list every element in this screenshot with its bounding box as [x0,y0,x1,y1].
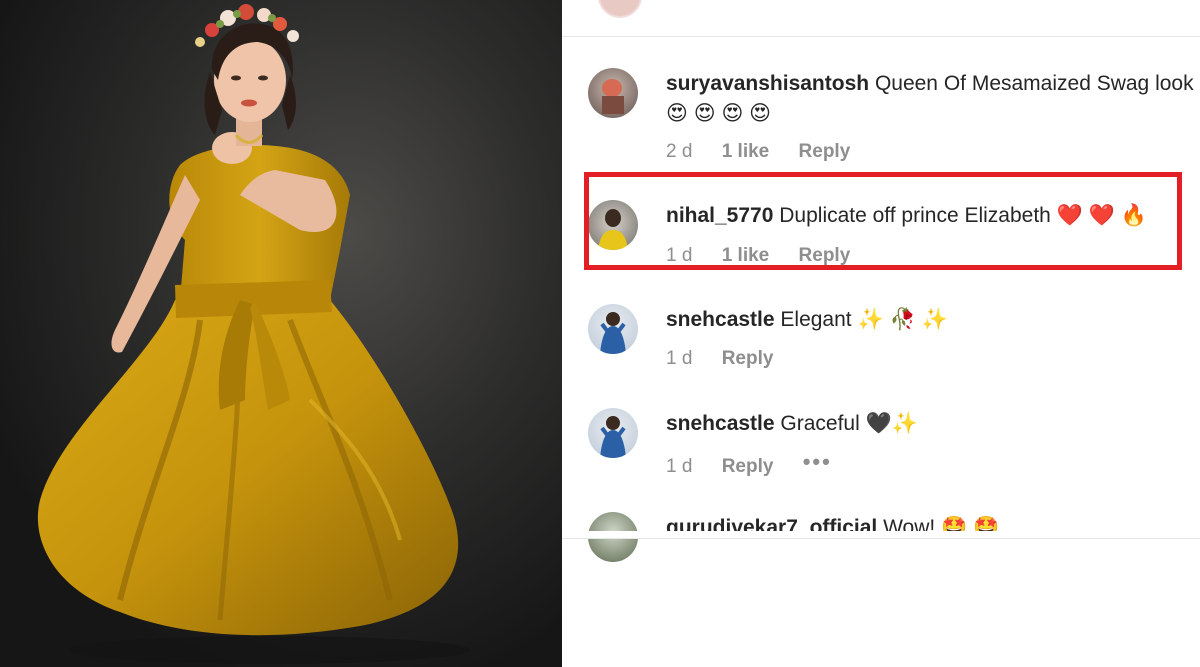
scroll-mask [562,531,1200,538]
emoji-heart-eyes-icon: 😍 😍 😍 😍 [666,102,772,126]
comment-body: Graceful [780,412,860,435]
reply-button[interactable]: Reply [799,141,851,162]
comment-body: Queen Of Mesamaized Swag look [874,72,1194,95]
comments-panel: suryavanshisantosh Queen Of Mesamaized S… [562,0,1200,667]
comment-body: Elegant [780,308,852,331]
comment-text-line2: 😍 😍 😍 😍 [666,100,1200,128]
comment-text: snehcastle Elegant ✨ 🥀 ✨ [666,306,1200,334]
comment-text: suryavanshisantosh Queen Of Mesamaized S… [666,70,1200,98]
comment-username[interactable]: suryavanshisantosh [666,72,869,95]
divider [562,36,1200,37]
comment-username[interactable]: snehcastle [666,412,775,435]
more-options-icon[interactable]: ••• [803,449,832,474]
photo-illustration [0,0,562,667]
user-photo-icon [600,416,626,458]
user-photo-icon [602,79,624,114]
comment-meta: 1 d Reply [666,348,797,370]
reply-button[interactable]: Reply [722,456,774,477]
reply-button[interactable]: Reply [722,348,774,369]
comment-meta: 1 d Reply ••• [666,449,856,478]
user-photo-icon [600,312,626,354]
comment-likes[interactable]: 1 like [722,141,770,162]
divider [562,538,1200,539]
avatar[interactable] [588,304,638,354]
previous-comment-avatar[interactable] [598,0,642,18]
avatar[interactable] [588,68,638,118]
comment-username[interactable]: snehcastle [666,308,775,331]
emoji-sparkles-rose-icon: ✨ 🥀 ✨ [857,308,948,332]
comment-text: snehcastle Graceful 🖤✨ [666,410,1200,438]
comment-age: 1 d [666,348,693,369]
comment-age: 2 d [666,141,693,162]
avatar[interactable] [588,408,638,458]
emoji-heart-sparkles-icon: 🖤✨ [865,412,918,436]
highlight-box [584,172,1182,270]
post-photo [0,0,562,667]
comment-meta: 2 d 1 like Reply [666,141,874,163]
comment-age: 1 d [666,456,693,477]
